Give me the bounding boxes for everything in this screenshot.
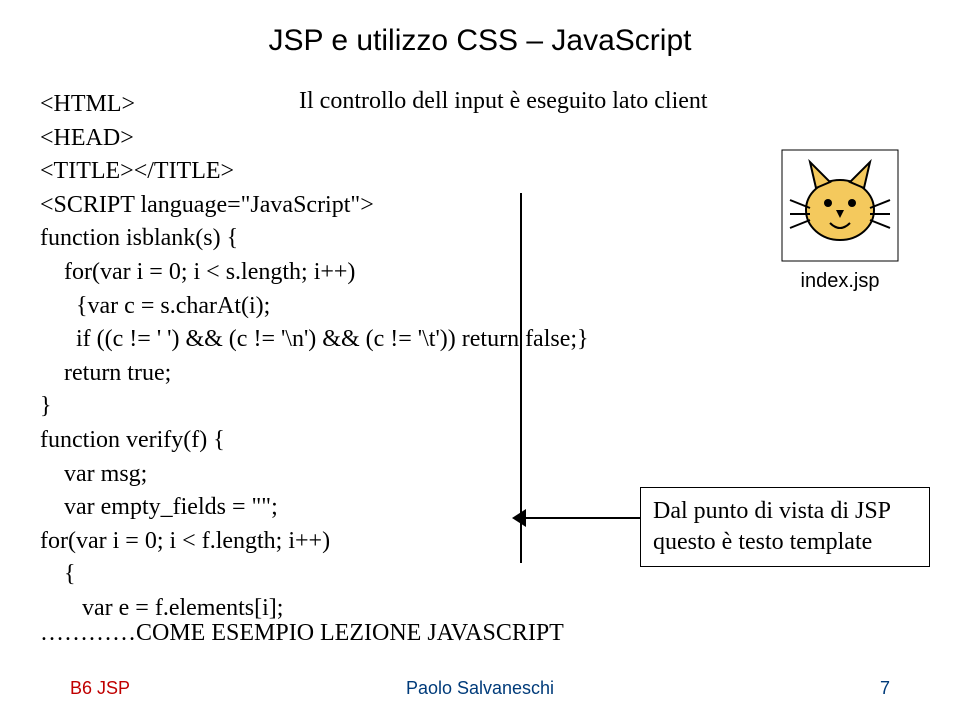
annotation-arrow-head-icon	[512, 509, 526, 527]
annotation-line-vertical	[520, 193, 522, 563]
code-line: }	[40, 390, 640, 424]
icon-label: index.jsp	[770, 270, 910, 293]
callout-line: questo è testo template	[653, 527, 917, 558]
code-line: return true;	[40, 357, 640, 391]
callout-line: Dal punto di vista di JSP	[653, 496, 917, 527]
code-line: {var c = s.charAt(i);	[40, 290, 640, 324]
code-line: <HTML>	[40, 88, 640, 122]
code-line: <SCRIPT language="JavaScript">	[40, 189, 640, 223]
code-line: {	[40, 558, 640, 592]
callout-box: Dal punto di vista di JSP questo è testo…	[640, 487, 930, 567]
tomcat-icon	[780, 148, 900, 263]
code-line: for(var i = 0; i < s.length; i++)	[40, 256, 640, 290]
example-line: …………COME ESEMPIO LEZIONE JAVASCRIPT	[40, 620, 564, 647]
page-title: JSP e utilizzo CSS – JavaScript	[0, 24, 960, 58]
footer: B6 JSP Paolo Salvaneschi 7	[0, 678, 960, 702]
code-line: var msg;	[40, 458, 640, 492]
code-line: if ((c != ' ') && (c != '\n') && (c != '…	[40, 323, 640, 357]
code-block: <HTML> <HEAD> <TITLE></TITLE> <SCRIPT la…	[40, 88, 640, 626]
footer-center: Paolo Salvaneschi	[0, 678, 960, 699]
code-line: <TITLE></TITLE>	[40, 155, 640, 189]
code-line: <HEAD>	[40, 122, 640, 156]
code-line: function verify(f) {	[40, 424, 640, 458]
code-line: function isblank(s) {	[40, 222, 640, 256]
code-line: var empty_fields = "";	[40, 491, 640, 525]
footer-page-number: 7	[880, 678, 890, 699]
annotation-arrow-line	[520, 517, 640, 519]
code-line: for(var i = 0; i < f.length; i++)	[40, 525, 640, 559]
